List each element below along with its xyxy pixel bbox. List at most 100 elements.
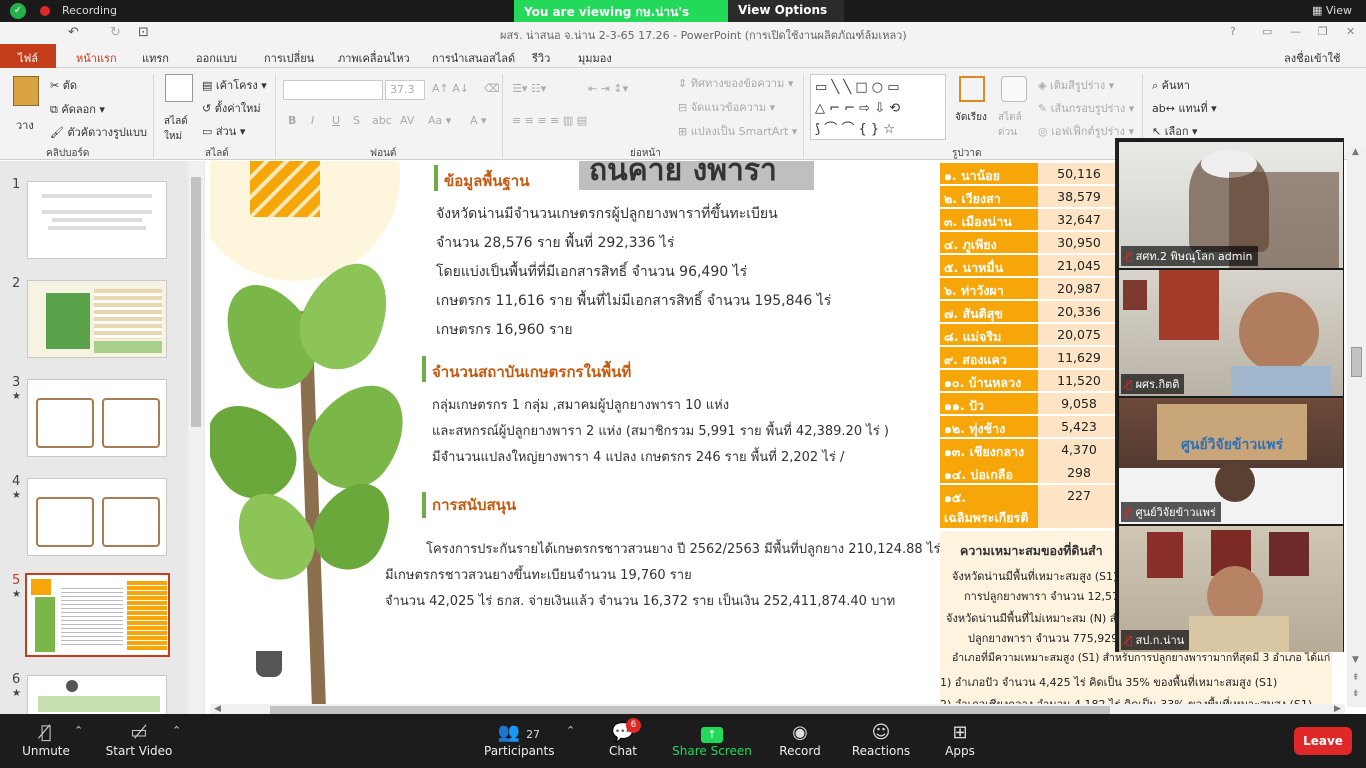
vertical-scrollbar[interactable]: ▲ ▼ ⇞ ⇟ — [1347, 147, 1366, 707]
tab-animations[interactable]: ภาพเคลื่อนไหว — [338, 49, 410, 67]
slide-thumbnail-4[interactable] — [27, 478, 167, 556]
shape-outline-button[interactable]: ✎ เส้นกรอบรูปร่าง ▾ — [1038, 99, 1134, 117]
close-icon[interactable]: ✕ — [1346, 25, 1355, 38]
paste-button[interactable]: วาง — [10, 76, 42, 136]
char-spacing-button[interactable]: AV — [400, 114, 414, 127]
align-buttons[interactable]: ≡ ≡ ≡ ≡ ▥ ▤ — [512, 114, 587, 127]
replace-button[interactable]: ab↔ แทนที่ ▾ — [1152, 99, 1217, 117]
record-button[interactable]: ◉ Record — [775, 722, 825, 758]
scroll-right-icon[interactable]: ▶ — [1334, 704, 1341, 714]
slide-thumbnail-2[interactable] — [27, 280, 167, 358]
slide-thumbnail-3[interactable] — [27, 379, 167, 457]
district-value: 227 — [1038, 485, 1120, 529]
present-icon[interactable]: ⊡ — [138, 25, 149, 40]
share-screen-button[interactable]: ↑ Share Screen — [672, 722, 752, 758]
unmute-button[interactable]: 🎙̸ Unmute — [16, 722, 76, 758]
window-title: ผสร. น่าสนอ จ.น่าน 2-3-65 17.26 - PowerP… — [500, 29, 907, 42]
bullets-button[interactable]: ☰▾ ☷▾ — [512, 82, 546, 95]
clipboard-icon — [13, 76, 39, 106]
slide-thumbnail-6[interactable] — [27, 675, 167, 715]
smartart-button[interactable]: ⊞ แปลงเป็น SmartArt ▾ — [678, 122, 797, 140]
new-slide-button[interactable]: สไลด์ใหม่ — [162, 74, 196, 142]
change-case-button[interactable]: Aa ▾ — [428, 114, 451, 127]
video-tile[interactable]: 🎙̸ สป.ก.น่าน — [1119, 526, 1343, 652]
participants-button[interactable]: 👥 27 Participants — [484, 722, 555, 758]
smiley-icon: ☺ — [871, 722, 891, 743]
video-tile[interactable]: 🎙̸ ผศร.กิตติ — [1119, 270, 1343, 396]
tab-slideshow[interactable]: การนำเสนอสไลด์ — [432, 49, 515, 67]
ribbon-display-icon[interactable]: ▭ — [1262, 25, 1272, 38]
shapes-gallery[interactable]: ▭ ╲ ╲ □ ○ ▭ △ ⌐ ⌐ ⇨ ⇩ ⟲ ⟆ ⌒ ⌒ { } ☆ — [810, 74, 946, 140]
view-options-button[interactable]: View Options ⌄ — [728, 0, 844, 31]
tab-insert[interactable]: แทรก — [142, 49, 169, 67]
tab-transitions[interactable]: การเปลี่ยน — [264, 49, 314, 67]
italic-button[interactable]: I — [311, 114, 314, 127]
minimize-icon[interactable]: — — [1290, 25, 1301, 38]
table-row: ๔. ภูเพียง 30,950 — [940, 232, 1120, 254]
shadow-button[interactable]: S — [353, 114, 360, 127]
reset-button[interactable]: ↺ ตั้งค่าใหม่ — [202, 99, 261, 117]
bold-button[interactable]: B — [288, 114, 296, 127]
scroll-up-icon[interactable]: ▲ — [1352, 147, 1359, 157]
start-video-button[interactable]: ▭̸ Start Video — [104, 722, 174, 758]
view-button[interactable]: ▦ View — [1312, 4, 1352, 17]
district-name: ๓. เมืองน่าน — [940, 209, 1038, 231]
reactions-button[interactable]: ☺ Reactions — [850, 722, 912, 758]
shield-icon[interactable]: ✓ — [10, 3, 26, 19]
undo-icon[interactable]: ↶ — [68, 25, 79, 40]
tab-file[interactable]: ไฟล์ — [0, 44, 56, 68]
format-painter-button[interactable]: 🖌 ตัวคัดวางรูปแบบ — [50, 123, 147, 141]
help-icon[interactable]: ? — [1230, 25, 1236, 38]
video-tile[interactable]: 🎙̸ สศท.2 พิษณุโลก admin — [1119, 142, 1343, 268]
quick-styles-button[interactable]: สไตล์ด่วน — [998, 76, 1030, 138]
section-heading: ข้อมูลพื้นฐาน — [444, 172, 530, 190]
copy-button[interactable]: ⧉ คัดลอก ▾ — [50, 100, 105, 118]
video-tile[interactable]: ศูนย์วิจัยข้าวแพร่ 🎙̸ ศูนย์วิจัยข้าวแพร่ — [1119, 398, 1343, 524]
grow-font-icon[interactable]: A↑ A↓ — [432, 82, 469, 95]
video-options-chevron-icon[interactable]: ⌃ — [172, 724, 181, 737]
text-direction-label: ทิศทางของข้อความ — [690, 77, 785, 90]
next-slide-icon[interactable]: ⇟ — [1352, 689, 1360, 699]
record-label: Record — [779, 744, 821, 758]
participants-chevron-icon[interactable]: ⌃ — [566, 724, 575, 737]
group-paragraph-label: ย่อหน้า — [630, 148, 661, 159]
scroll-left-icon[interactable]: ◀ — [214, 704, 221, 714]
leave-button[interactable]: Leave — [1294, 727, 1352, 755]
restore-icon[interactable]: ❐ — [1318, 25, 1328, 38]
arrange-button[interactable]: จัดเรียง — [955, 76, 989, 136]
font-color-button[interactable]: A ▾ — [470, 114, 487, 127]
signin-link[interactable]: ลงชื่อเข้าใช้ — [1284, 49, 1340, 67]
suitability-line: 2) อำเภอเชียงกลาง จำนวน 4,182 ไร่ คิดเป็… — [940, 695, 1312, 704]
chat-badge: 6 — [626, 718, 641, 733]
shape-fill-button[interactable]: ◈ เติมสีรูปร่าง ▾ — [1038, 76, 1114, 94]
participant-avatar — [1215, 462, 1255, 502]
apps-button[interactable]: ⊞ Apps — [938, 722, 982, 758]
align-text-button[interactable]: ⊟ จัดแนวข้อความ ▾ — [678, 98, 775, 116]
text-direction-button[interactable]: ⇕ ทิศทางของข้อความ ▾ — [678, 74, 793, 92]
thumbnail-scrollbar[interactable] — [188, 161, 204, 716]
slide-thumbnail-5[interactable] — [25, 573, 170, 657]
cut-button[interactable]: ✂ ตัด — [50, 76, 77, 94]
font-name-box[interactable] — [283, 80, 383, 100]
tab-view[interactable]: มุมมอง — [578, 49, 612, 67]
audio-options-chevron-icon[interactable]: ⌃ — [74, 724, 83, 737]
clear-format-icon[interactable]: ⌫ — [484, 82, 500, 95]
tab-design[interactable]: ออกแบบ — [196, 49, 237, 67]
layout-button[interactable]: ▤ เค้าโครง ▾ — [202, 76, 267, 94]
find-button[interactable]: ⌕ ค้นหา — [1152, 76, 1190, 94]
mic-muted-icon: 🎙̸ — [1126, 634, 1133, 647]
indent-buttons[interactable]: ⇤ ⇥ ↕▾ — [588, 82, 628, 95]
thumb-star-icon: ★ — [12, 688, 21, 699]
slide-thumbnail-1[interactable] — [27, 181, 167, 259]
section-button[interactable]: ▭ ส่วน ▾ — [202, 122, 245, 140]
tab-review[interactable]: รีวิว — [532, 49, 550, 67]
prev-slide-icon[interactable]: ⇞ — [1352, 673, 1360, 683]
scroll-down-icon[interactable]: ▼ — [1352, 655, 1359, 665]
participant-name: 🎙̸ ศูนย์วิจัยข้าวแพร่ — [1121, 502, 1221, 522]
strikethrough-button[interactable]: abc — [372, 114, 392, 127]
redo-icon[interactable]: ↻ — [110, 25, 121, 40]
body-line: โครงการประกันรายได้เกษตรกรชาวสวนยาง ปี 2… — [426, 542, 941, 557]
font-size-box[interactable]: 37.3 — [385, 80, 425, 100]
underline-button[interactable]: U — [332, 114, 340, 127]
number-badge-icon — [250, 161, 320, 217]
